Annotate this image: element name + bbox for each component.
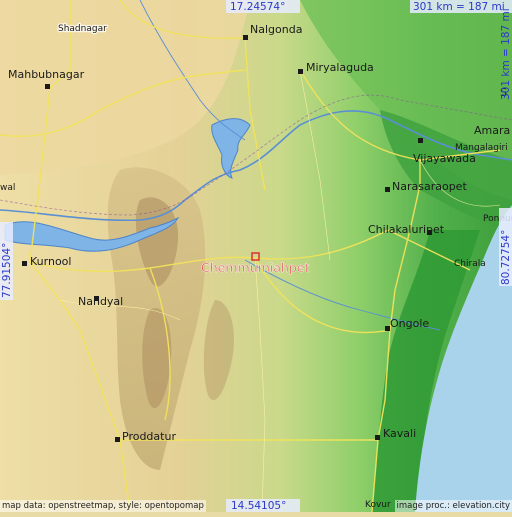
- terrain-map[interactable]: Shadnagar Shadnagar Nalgonda Miryalaguda…: [0, 0, 512, 513]
- city-label-shadnagar: Shadnagar: [58, 24, 107, 34]
- city-label-narasaraopet: Narasaraopet: [392, 180, 467, 193]
- coord-bottom-label: 14.54105°: [231, 500, 286, 512]
- selected-place-label[interactable]: Chemmumiahpet: [201, 260, 310, 275]
- city-label-nalgonda: Nalgonda: [250, 23, 302, 36]
- city-label-wal: wal: [0, 183, 15, 193]
- city-label-mahbubnagar: Mahbubnagar: [8, 68, 85, 81]
- city-label-vijayawada: Vijayawada: [413, 152, 476, 165]
- city-label-mangalagiri: Mangalagiri: [455, 143, 508, 153]
- city-label-ongole: Ongole: [390, 317, 429, 330]
- city-label-nandyal: Nandyal: [78, 295, 123, 308]
- city-label-amaravati: Amara: [474, 124, 510, 137]
- map-attribution: map data: openstreetmap, style: opentopo…: [0, 500, 206, 512]
- city-label-kurnool: Kurnool: [30, 255, 71, 268]
- city-label-proddatur: Proddatur: [122, 430, 176, 443]
- city-label-chirala: Chirala: [454, 259, 486, 269]
- image-attribution: image proc.: elevation.city: [394, 500, 512, 512]
- city-label-kovur: Kovur: [365, 500, 391, 510]
- scale-right-label: 301 km = 187 mi: [500, 8, 512, 100]
- city-label-chilakaluripet: Chilakaluripet: [368, 223, 445, 236]
- city-label-kavali: Kavali: [383, 427, 416, 440]
- coord-top-label: 17.24574°: [230, 1, 285, 13]
- coord-left-label: 77.91504°: [1, 243, 13, 298]
- city-label-miryalaguda: Miryalaguda: [306, 61, 374, 74]
- scale-top-label: 301 km = 187 mi: [413, 1, 505, 13]
- coord-right-label: 80.72754°: [500, 230, 512, 285]
